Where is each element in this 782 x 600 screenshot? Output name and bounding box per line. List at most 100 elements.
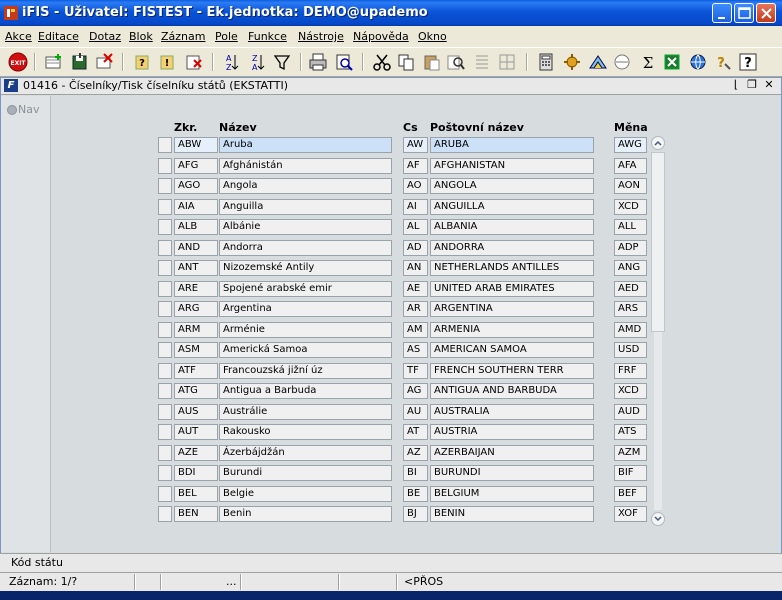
cell-postovni[interactable]: ALBANIA [430, 219, 594, 235]
table-row[interactable]: BEL Belgie BE BELGIUM BEF [1, 486, 661, 504]
web-icon[interactable] [612, 52, 632, 72]
menu-funkce[interactable]: Funkce [248, 30, 287, 43]
cell-nazev[interactable]: Rakousko [219, 424, 392, 440]
row-select-checkbox[interactable] [158, 322, 172, 338]
row-select-checkbox[interactable] [158, 445, 172, 461]
cell-nazev[interactable]: Nizozemské Antily [219, 260, 392, 276]
cell-postovni[interactable]: UNITED ARAB EMIRATES [430, 281, 594, 297]
cell-zkr[interactable]: AZE [174, 445, 218, 461]
cell-mena[interactable]: XCD [614, 383, 647, 399]
list-icon[interactable] [472, 52, 492, 72]
cell-nazev[interactable]: Burundi [219, 465, 392, 481]
cell-mena[interactable]: AMD [614, 322, 647, 338]
row-select-checkbox[interactable] [158, 301, 172, 317]
cell-zkr[interactable]: ALB [174, 219, 218, 235]
table-row[interactable]: AGO Angola AO ANGOLA AON [1, 178, 661, 196]
cell-nazev[interactable]: Anguilla [219, 199, 392, 215]
cell-postovni[interactable]: ANGOLA [430, 178, 594, 194]
cell-zkr[interactable]: ANT [174, 260, 218, 276]
cell-nazev[interactable]: Albánie [219, 219, 392, 235]
sum-icon[interactable]: Σ [638, 52, 658, 72]
cell-postovni[interactable]: ARUBA [430, 137, 594, 153]
execute-query-icon[interactable]: ! [158, 52, 178, 72]
scroll-thumb[interactable] [651, 152, 665, 332]
table-row[interactable]: AZE Ázerbájdžán AZ AZERBAIJAN AZM [1, 445, 661, 463]
cell-cs[interactable]: AL [403, 219, 428, 235]
help-icon[interactable]: ? [713, 52, 733, 72]
globe-icon[interactable] [688, 52, 708, 72]
cell-zkr[interactable]: BEL [174, 486, 218, 502]
question-icon[interactable]: ? [738, 52, 758, 72]
cell-nazev[interactable]: Arménie [219, 322, 392, 338]
cell-nazev[interactable]: Francouzská jižní úz [219, 363, 392, 379]
menu-nastroje[interactable]: Nástroje [298, 30, 344, 43]
table-row[interactable]: ASM Americká Samoa AS AMERICAN SAMOA USD [1, 342, 661, 360]
table-row[interactable]: BDI Burundi BI BURUNDI BIF [1, 465, 661, 483]
cell-zkr[interactable]: AUT [174, 424, 218, 440]
menu-akce[interactable]: Akce [5, 30, 32, 43]
row-select-checkbox[interactable] [158, 199, 172, 215]
table-row[interactable]: ABW Aruba AW ARUBA AWG [1, 137, 661, 155]
cell-zkr[interactable]: ASM [174, 342, 218, 358]
cell-zkr[interactable]: AND [174, 240, 218, 256]
cell-zkr[interactable]: ARE [174, 281, 218, 297]
table-row[interactable]: ARG Argentina AR ARGENTINA ARS [1, 301, 661, 319]
query-icon[interactable]: ? [133, 52, 153, 72]
cell-postovni[interactable]: BURUNDI [430, 465, 594, 481]
row-select-checkbox[interactable] [158, 240, 172, 256]
row-select-checkbox[interactable] [158, 342, 172, 358]
cell-zkr[interactable]: AIA [174, 199, 218, 215]
cell-cs[interactable]: BI [403, 465, 428, 481]
cell-cs[interactable]: AT [403, 424, 428, 440]
cell-zkr[interactable]: ATF [174, 363, 218, 379]
table-row[interactable]: AIA Anguilla AI ANGUILLA XCD [1, 199, 661, 217]
menu-napoveda[interactable]: Nápověda [353, 30, 409, 43]
table-row[interactable]: ALB Albánie AL ALBANIA ALL [1, 219, 661, 237]
cell-postovni[interactable]: ARGENTINA [430, 301, 594, 317]
filter-icon[interactable] [272, 52, 292, 72]
scroll-down-button[interactable] [651, 512, 665, 526]
row-select-checkbox[interactable] [158, 506, 172, 522]
cell-zkr[interactable]: BEN [174, 506, 218, 522]
cell-mena[interactable]: ANG [614, 260, 647, 276]
cell-mena[interactable]: USD [614, 342, 647, 358]
preview-icon[interactable] [334, 52, 354, 72]
row-select-checkbox[interactable] [158, 486, 172, 502]
table-row[interactable]: ANT Nizozemské Antily AN NETHERLANDS ANTILL… [1, 260, 661, 278]
cell-cs[interactable]: BE [403, 486, 428, 502]
cell-zkr[interactable]: AGO [174, 178, 218, 194]
cell-postovni[interactable]: FRENCH SOUTHERN TERR [430, 363, 594, 379]
menu-dotaz[interactable]: Dotaz [89, 30, 121, 43]
cell-mena[interactable]: XCD [614, 199, 647, 215]
table-row[interactable]: AUS Austrálie AU AUSTRALIA AUD [1, 404, 661, 422]
cell-mena[interactable]: BIF [614, 465, 647, 481]
cell-cs[interactable]: TF [403, 363, 428, 379]
chart-icon[interactable] [588, 52, 608, 72]
maximize-button[interactable] [734, 3, 754, 23]
cell-zkr[interactable]: BDI [174, 465, 218, 481]
cell-mena[interactable]: ADP [614, 240, 647, 256]
cell-cs[interactable]: AI [403, 199, 428, 215]
copy-icon[interactable] [396, 52, 416, 72]
close-button[interactable] [756, 3, 776, 23]
sort-desc-icon[interactable]: ZA [246, 52, 266, 72]
table-row[interactable]: AUT Rakousko AT AUSTRIA ATS [1, 424, 661, 442]
cell-cs[interactable]: AW [403, 137, 428, 153]
cell-postovni[interactable]: ANDORRA [430, 240, 594, 256]
cell-cs[interactable]: AS [403, 342, 428, 358]
form-restore-icon[interactable]: ❐ [746, 79, 758, 91]
clear-icon[interactable] [184, 52, 204, 72]
cell-cs[interactable]: AD [403, 240, 428, 256]
menu-okno[interactable]: Okno [418, 30, 447, 43]
cell-postovni[interactable]: AMERICAN SAMOA [430, 342, 594, 358]
cell-nazev[interactable]: Benin [219, 506, 392, 522]
cell-zkr[interactable]: AUS [174, 404, 218, 420]
cell-mena[interactable]: AWG [614, 137, 647, 153]
cell-cs[interactable]: AZ [403, 445, 428, 461]
excel-icon[interactable] [662, 52, 682, 72]
cell-nazev[interactable]: Spojené arabské emir [219, 281, 392, 297]
cell-postovni[interactable]: AZERBAIJAN [430, 445, 594, 461]
cell-nazev[interactable]: Aruba [219, 137, 392, 153]
cell-mena[interactable]: AUD [614, 404, 647, 420]
scroll-up-button[interactable] [651, 136, 665, 150]
